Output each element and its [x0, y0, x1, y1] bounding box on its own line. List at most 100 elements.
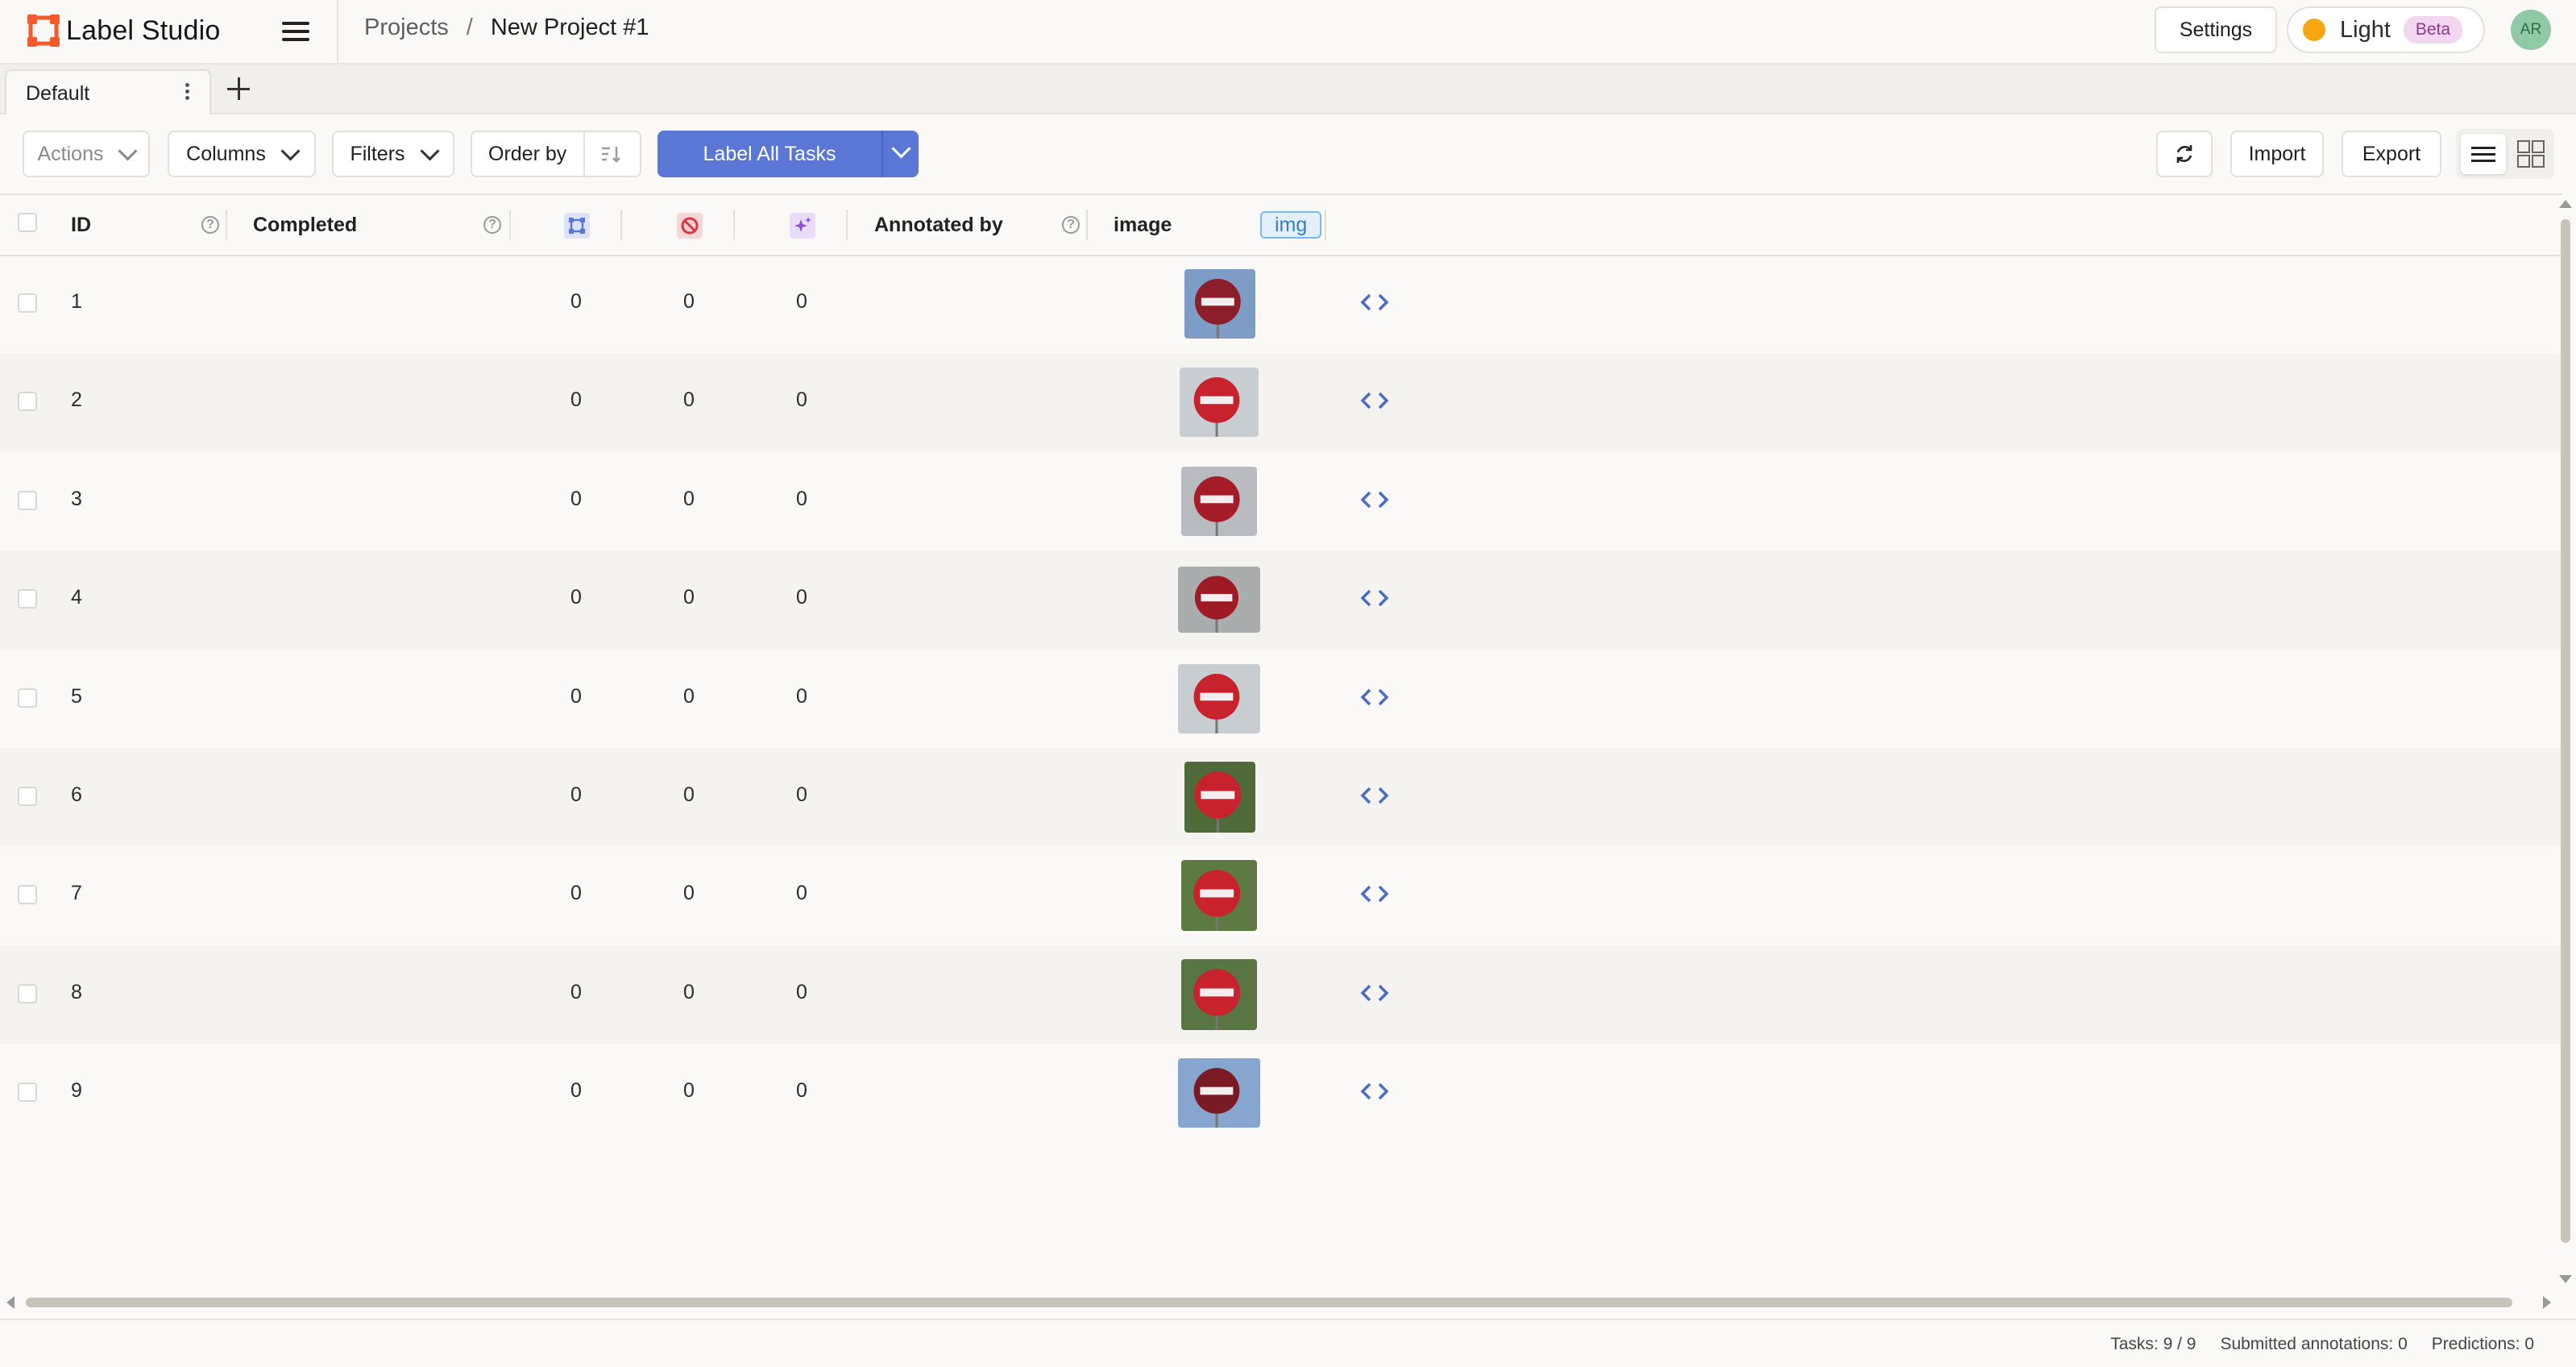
table-row[interactable]: 1 0 0 0 — [0, 255, 2562, 353]
divider — [337, 0, 338, 63]
table-row[interactable]: 2000 — [0, 353, 2562, 452]
code-icon[interactable] — [1359, 488, 1391, 512]
scroll-up-icon[interactable] — [2559, 200, 2572, 208]
export-button[interactable]: Export — [2342, 131, 2441, 177]
view-toggle — [2456, 129, 2554, 179]
grid-view-icon[interactable] — [2517, 140, 2545, 168]
code-icon[interactable] — [1359, 882, 1391, 906]
task-image-thumbnail[interactable] — [1178, 663, 1260, 733]
filters-button[interactable]: Filters — [332, 131, 454, 177]
annotations-icon[interactable] — [564, 213, 590, 239]
row-checkbox[interactable] — [18, 1082, 37, 1103]
table-row[interactable]: 7 0 0 0 — [0, 846, 2562, 945]
row-checkbox[interactable] — [18, 885, 37, 905]
task-image-thumbnail[interactable] — [1180, 368, 1259, 438]
task-id: 8 — [71, 980, 82, 1003]
columns-button[interactable]: Columns — [168, 131, 316, 177]
horizontal-scrollbar[interactable] — [26, 1298, 2512, 1307]
select-all-checkbox[interactable] — [18, 213, 37, 232]
add-tab-icon[interactable] — [226, 76, 251, 102]
column-divider[interactable] — [620, 210, 622, 240]
code-icon[interactable] — [1359, 388, 1391, 413]
task-image-thumbnail[interactable] — [1181, 466, 1257, 536]
code-icon[interactable] — [1359, 783, 1391, 808]
chevron-down-icon[interactable] — [891, 139, 911, 159]
columns-label: Columns — [186, 142, 266, 165]
row-checkbox[interactable] — [18, 787, 37, 806]
help-icon[interactable]: ? — [1062, 216, 1080, 234]
tasks-count: Tasks: 9 / 9 — [2110, 1335, 2196, 1353]
task-id: 1 — [71, 290, 82, 313]
code-icon[interactable] — [1359, 685, 1391, 709]
import-button[interactable]: Import — [2230, 131, 2324, 177]
label-all-tasks-button[interactable]: Label All Tasks — [657, 131, 919, 177]
table-row[interactable]: 5 0 0 0 — [0, 650, 2562, 748]
sort-direction-icon[interactable] — [599, 143, 624, 164]
table-row[interactable]: 8 0 0 0 — [0, 945, 2562, 1044]
task-id: 2 — [71, 388, 82, 412]
task-image-thumbnail[interactable] — [1184, 269, 1255, 339]
chevron-down-icon — [420, 140, 440, 161]
table-row[interactable]: 3 0 0 0 — [0, 452, 2562, 551]
scroll-down-icon[interactable] — [2559, 1275, 2572, 1283]
predictions-count: 0 — [796, 980, 807, 1003]
order-by-button[interactable]: Order by — [471, 131, 641, 177]
code-icon[interactable] — [1359, 586, 1391, 610]
predictions-icon[interactable] — [790, 213, 815, 239]
row-checkbox[interactable] — [18, 293, 37, 313]
breadcrumb-projects-link[interactable]: Projects — [364, 15, 449, 41]
column-header-annotated-by[interactable]: Annotated by — [874, 195, 1003, 255]
help-icon[interactable]: ? — [483, 216, 501, 234]
column-divider[interactable] — [1325, 210, 1326, 240]
row-checkbox[interactable] — [18, 589, 37, 609]
column-header-id[interactable]: ID — [71, 195, 91, 255]
column-divider[interactable] — [1086, 210, 1088, 240]
annotations-count: 0 — [570, 783, 582, 806]
column-header-completed[interactable]: Completed — [253, 195, 357, 255]
vertical-scrollbar[interactable] — [2561, 219, 2570, 1243]
code-icon[interactable] — [1359, 981, 1391, 1005]
no-entry-sign-image — [1194, 771, 1242, 833]
task-image-thumbnail[interactable] — [1178, 567, 1260, 634]
theme-toggle[interactable]: Light Beta — [2287, 6, 2485, 53]
column-divider[interactable] — [733, 210, 735, 240]
scroll-left-icon[interactable] — [6, 1296, 15, 1309]
settings-button[interactable]: Settings — [2155, 6, 2277, 53]
task-id: 4 — [71, 586, 82, 609]
table-row[interactable]: 4 0 0 0 — [0, 551, 2562, 650]
task-image-thumbnail[interactable] — [1181, 860, 1257, 932]
code-icon[interactable] — [1359, 1079, 1391, 1103]
avatar[interactable]: AR — [2511, 10, 2551, 50]
task-image-thumbnail[interactable] — [1181, 958, 1257, 1030]
refresh-button[interactable] — [2156, 131, 2213, 177]
row-checkbox[interactable] — [18, 688, 37, 708]
task-image-thumbnail[interactable] — [1178, 1058, 1260, 1128]
cancelled-icon[interactable] — [677, 213, 703, 239]
menu-icon[interactable] — [282, 18, 309, 45]
annotations-count: 0 — [570, 980, 582, 1003]
column-header-image[interactable]: image — [1114, 195, 1172, 255]
task-image-thumbnail[interactable] — [1184, 762, 1255, 833]
row-checkbox[interactable] — [18, 490, 37, 510]
no-entry-sign-image — [1193, 673, 1240, 733]
list-view-icon[interactable] — [2461, 134, 2506, 174]
help-icon[interactable]: ? — [201, 216, 219, 234]
scroll-right-icon[interactable] — [2543, 1296, 2551, 1309]
cancelled-count: 0 — [683, 980, 695, 1003]
row-checkbox[interactable] — [18, 983, 37, 1003]
footer-stats: Tasks: 9 / 9 Submitted annotations: 0 Pr… — [2110, 1335, 2534, 1354]
logo[interactable]: Label Studio — [26, 13, 220, 48]
actions-label: Actions — [37, 142, 104, 165]
column-divider[interactable] — [846, 210, 848, 240]
table-row[interactable]: 6 0 0 0 — [0, 748, 2562, 846]
tab-menu-icon[interactable] — [184, 81, 190, 105]
code-icon[interactable] — [1359, 290, 1391, 314]
column-divider[interactable] — [509, 210, 511, 240]
annotations-count: 0 — [570, 1079, 582, 1103]
actions-button[interactable]: Actions — [23, 131, 150, 177]
row-checkbox[interactable] — [18, 392, 37, 412]
label-all-tasks-label: Label All Tasks — [703, 142, 836, 165]
tab-default[interactable]: Default — [5, 69, 211, 114]
column-divider[interactable] — [226, 210, 227, 240]
table-row[interactable]: 9 0 0 0 — [0, 1044, 2562, 1142]
